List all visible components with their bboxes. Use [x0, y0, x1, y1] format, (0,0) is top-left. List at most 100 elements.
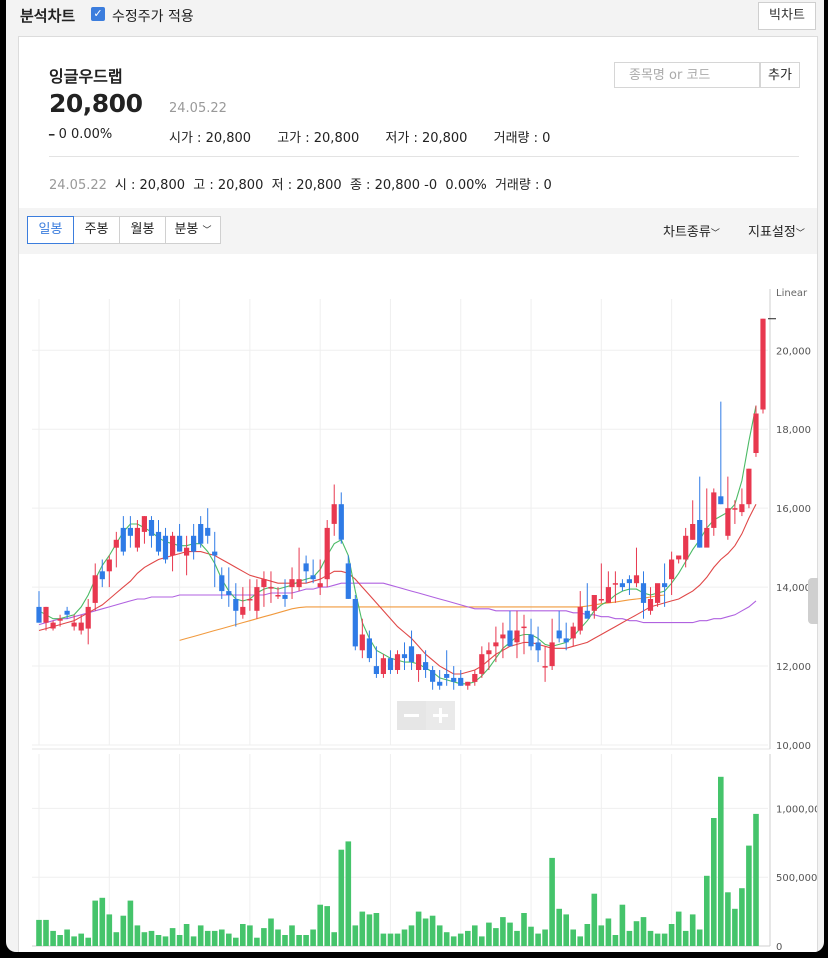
volume-bar [739, 888, 745, 946]
candle-body [591, 595, 597, 611]
price-tick-label: 10,000 [776, 741, 811, 752]
candle-body [113, 539, 119, 548]
candle-body [486, 650, 492, 655]
side-panel-handle[interactable] [808, 578, 818, 624]
candle-body [633, 575, 640, 584]
candle-body [542, 666, 548, 668]
low-value: 저가 : 20,800 [385, 131, 468, 146]
volume-bar [598, 925, 605, 946]
volume-bar [155, 935, 162, 946]
ma5-line [38, 405, 757, 685]
volume-bar [78, 933, 84, 946]
candle-body [739, 504, 745, 513]
candle-body [394, 654, 401, 670]
chart-panel: 잉글우드랩 20,800 24.05.22 ━ 0 0.00% 시가 : 20,… [18, 36, 824, 952]
candle-body [155, 531, 162, 552]
candle-body [458, 677, 464, 686]
chevron-down-icon: ﹀ [710, 229, 720, 239]
day-summary-text: 시 : 20,800 고 : 20,800 저 : 20,800 종 : 20,… [114, 178, 552, 193]
volume-bar [535, 933, 541, 946]
candle-body [577, 606, 583, 631]
candle-body [310, 575, 316, 580]
candle-body [444, 674, 450, 678]
tab-minute[interactable]: 분봉 ﹀ [165, 216, 221, 244]
volume-bar [711, 818, 717, 946]
volume-bar [584, 924, 591, 946]
tab-monthly[interactable]: 월봉 [119, 216, 166, 244]
volume-bar [120, 915, 127, 946]
volume-bar [689, 914, 696, 946]
candle-body [324, 527, 330, 580]
candle-body [43, 606, 49, 623]
window-title: 분석차트 [20, 7, 76, 25]
candle-body [753, 413, 759, 453]
candle-body [556, 630, 562, 639]
price-tick-label: 16,000 [776, 504, 811, 515]
candle-body [683, 535, 689, 560]
candle-body [655, 583, 661, 603]
candle-body [718, 496, 724, 505]
adjusted-price-label[interactable]: 수정주가 적용 [112, 6, 194, 26]
candle-body [57, 618, 63, 621]
chart-type-menu[interactable]: 차트종류﹀ [663, 221, 720, 240]
volume-bar [450, 936, 457, 946]
price-date: 24.05.22 [169, 101, 227, 116]
volume-bar [479, 936, 485, 946]
candle-body [345, 563, 351, 599]
candle-body [584, 610, 590, 619]
candle-body [437, 681, 443, 686]
volume-bar [619, 904, 626, 946]
volume-bar [162, 936, 169, 946]
chart-toolbar: 일봉 주봉 월봉 분봉 ﹀ 차트종류﹀ 지표설정﹀ [19, 208, 817, 254]
candle-body [619, 583, 625, 588]
chart-area[interactable]: Linear 20,000 18,000 16,000 14,000 12,000 10,0… [19, 254, 824, 952]
volume-bar [563, 914, 569, 946]
volume-bar [647, 930, 654, 946]
volume-bar [64, 929, 70, 946]
price-tick-label: 18,000 [776, 425, 811, 436]
change-percent: 0.00% [70, 127, 113, 142]
candle-body [451, 677, 457, 682]
volume-bar [197, 925, 204, 946]
analysis-chart-window: 분석차트 ✓ 수정주가 적용 빅차트 잉글우드랩 20,800 24.05.22… [6, 0, 824, 952]
adjusted-price-checkbox[interactable]: ✓ [91, 7, 105, 21]
volume-bar [275, 929, 281, 946]
volume-bar [675, 911, 682, 946]
candle-body [500, 634, 506, 639]
candle-body [85, 606, 91, 629]
chevron-down-icon: ﹀ [202, 226, 212, 236]
candle-body [647, 599, 654, 611]
candle-body [704, 527, 710, 548]
indicator-menu[interactable]: 지표설정﹀ [748, 221, 805, 240]
volume-bar [204, 930, 211, 946]
volume-bar [373, 913, 380, 946]
candle-body [732, 508, 738, 510]
volume-bar [668, 924, 675, 946]
volume-bar [219, 929, 225, 946]
volume-bar [542, 929, 548, 946]
price-tick-label: 20,000 [776, 346, 811, 357]
volume-bar [394, 933, 401, 946]
candle-body [352, 599, 358, 647]
volume-bar [345, 841, 352, 946]
volume-bar [443, 932, 450, 946]
big-chart-button[interactable]: 빅차트 [758, 2, 816, 30]
add-stock-button[interactable]: 추가 [760, 62, 800, 88]
candle-body [430, 670, 436, 682]
stock-search-input[interactable]: 종목명 or 코드 [614, 62, 760, 88]
price-tick-label: 12,000 [776, 662, 811, 673]
candle-body [528, 634, 534, 647]
volume-bar [303, 935, 309, 946]
price-volume-chart[interactable]: Linear 20,000 18,000 16,000 14,000 12,000 10,0… [19, 254, 824, 952]
volume-bar [746, 845, 752, 946]
candle-body [282, 595, 288, 599]
tab-weekly[interactable]: 주봉 [73, 216, 120, 244]
volume-bar [366, 914, 373, 946]
volume-bar [401, 929, 408, 946]
volume-bar [240, 924, 246, 946]
tab-daily[interactable]: 일봉 [27, 216, 74, 244]
candle-body [697, 520, 703, 548]
volume-bar [422, 918, 429, 946]
candle-body [676, 555, 682, 560]
indicator-label: 지표설정 [748, 225, 796, 240]
